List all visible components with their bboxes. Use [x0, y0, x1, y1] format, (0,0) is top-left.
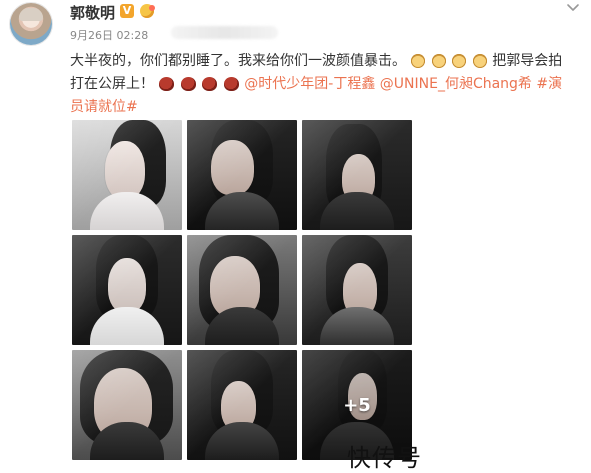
photo-thumbnail-6[interactable]: [302, 235, 412, 345]
mention-link-1[interactable]: @时代少年团-丁程鑫: [244, 76, 375, 92]
fan-icon: [139, 4, 155, 18]
chevron-down-icon[interactable]: [565, 0, 581, 16]
photo-shading: [72, 350, 182, 460]
vip-badge-icon: V: [120, 4, 134, 18]
blurred-source-area: [171, 26, 278, 39]
post-text: 大半夜的，你们都别睡了。我来给你们一波颜值暴击。 把郭导会拍打在公屏上！ @时代…: [70, 50, 575, 119]
dog-emoji-icon: [452, 54, 467, 68]
duck-emoji-icon: [223, 77, 239, 91]
photo-shading: [187, 120, 297, 230]
mention-link-2[interactable]: @UNINE_何昶Chang希: [380, 76, 532, 92]
dog-emoji-icon: [411, 54, 426, 68]
photo-shading: [187, 350, 297, 460]
photo-thumbnail-7[interactable]: [72, 350, 182, 460]
post-text-part-1: 大半夜的，你们都别睡了。我来给你们一波颜值暴击。: [70, 53, 406, 69]
duck-emoji-icon: [159, 77, 175, 91]
watermark-text: 快传号: [347, 444, 422, 472]
photo-thumbnail-4[interactable]: [72, 235, 182, 345]
photo-shading: [72, 120, 182, 230]
photo-thumbnail-3[interactable]: [302, 120, 412, 230]
photo-shading: [187, 235, 297, 345]
photo-thumbnail-1[interactable]: [72, 120, 182, 230]
duck-emoji-icon: [202, 77, 218, 91]
photo-thumbnail-2[interactable]: [187, 120, 297, 230]
user-avatar[interactable]: [10, 3, 52, 45]
dog-emoji-icon: [472, 54, 487, 68]
photo-shading: [72, 235, 182, 345]
duck-emoji-icon: [180, 77, 196, 91]
photo-grid: +5: [72, 120, 412, 460]
photo-shading: [302, 120, 412, 230]
dog-emoji-icon: [431, 54, 446, 68]
photo-thumbnail-8[interactable]: [187, 350, 297, 460]
photo-shading: [302, 235, 412, 345]
photo-thumbnail-5[interactable]: [187, 235, 297, 345]
post-timestamp: 9月26日 02:28: [70, 29, 149, 42]
username[interactable]: 郭敬明: [70, 2, 115, 23]
